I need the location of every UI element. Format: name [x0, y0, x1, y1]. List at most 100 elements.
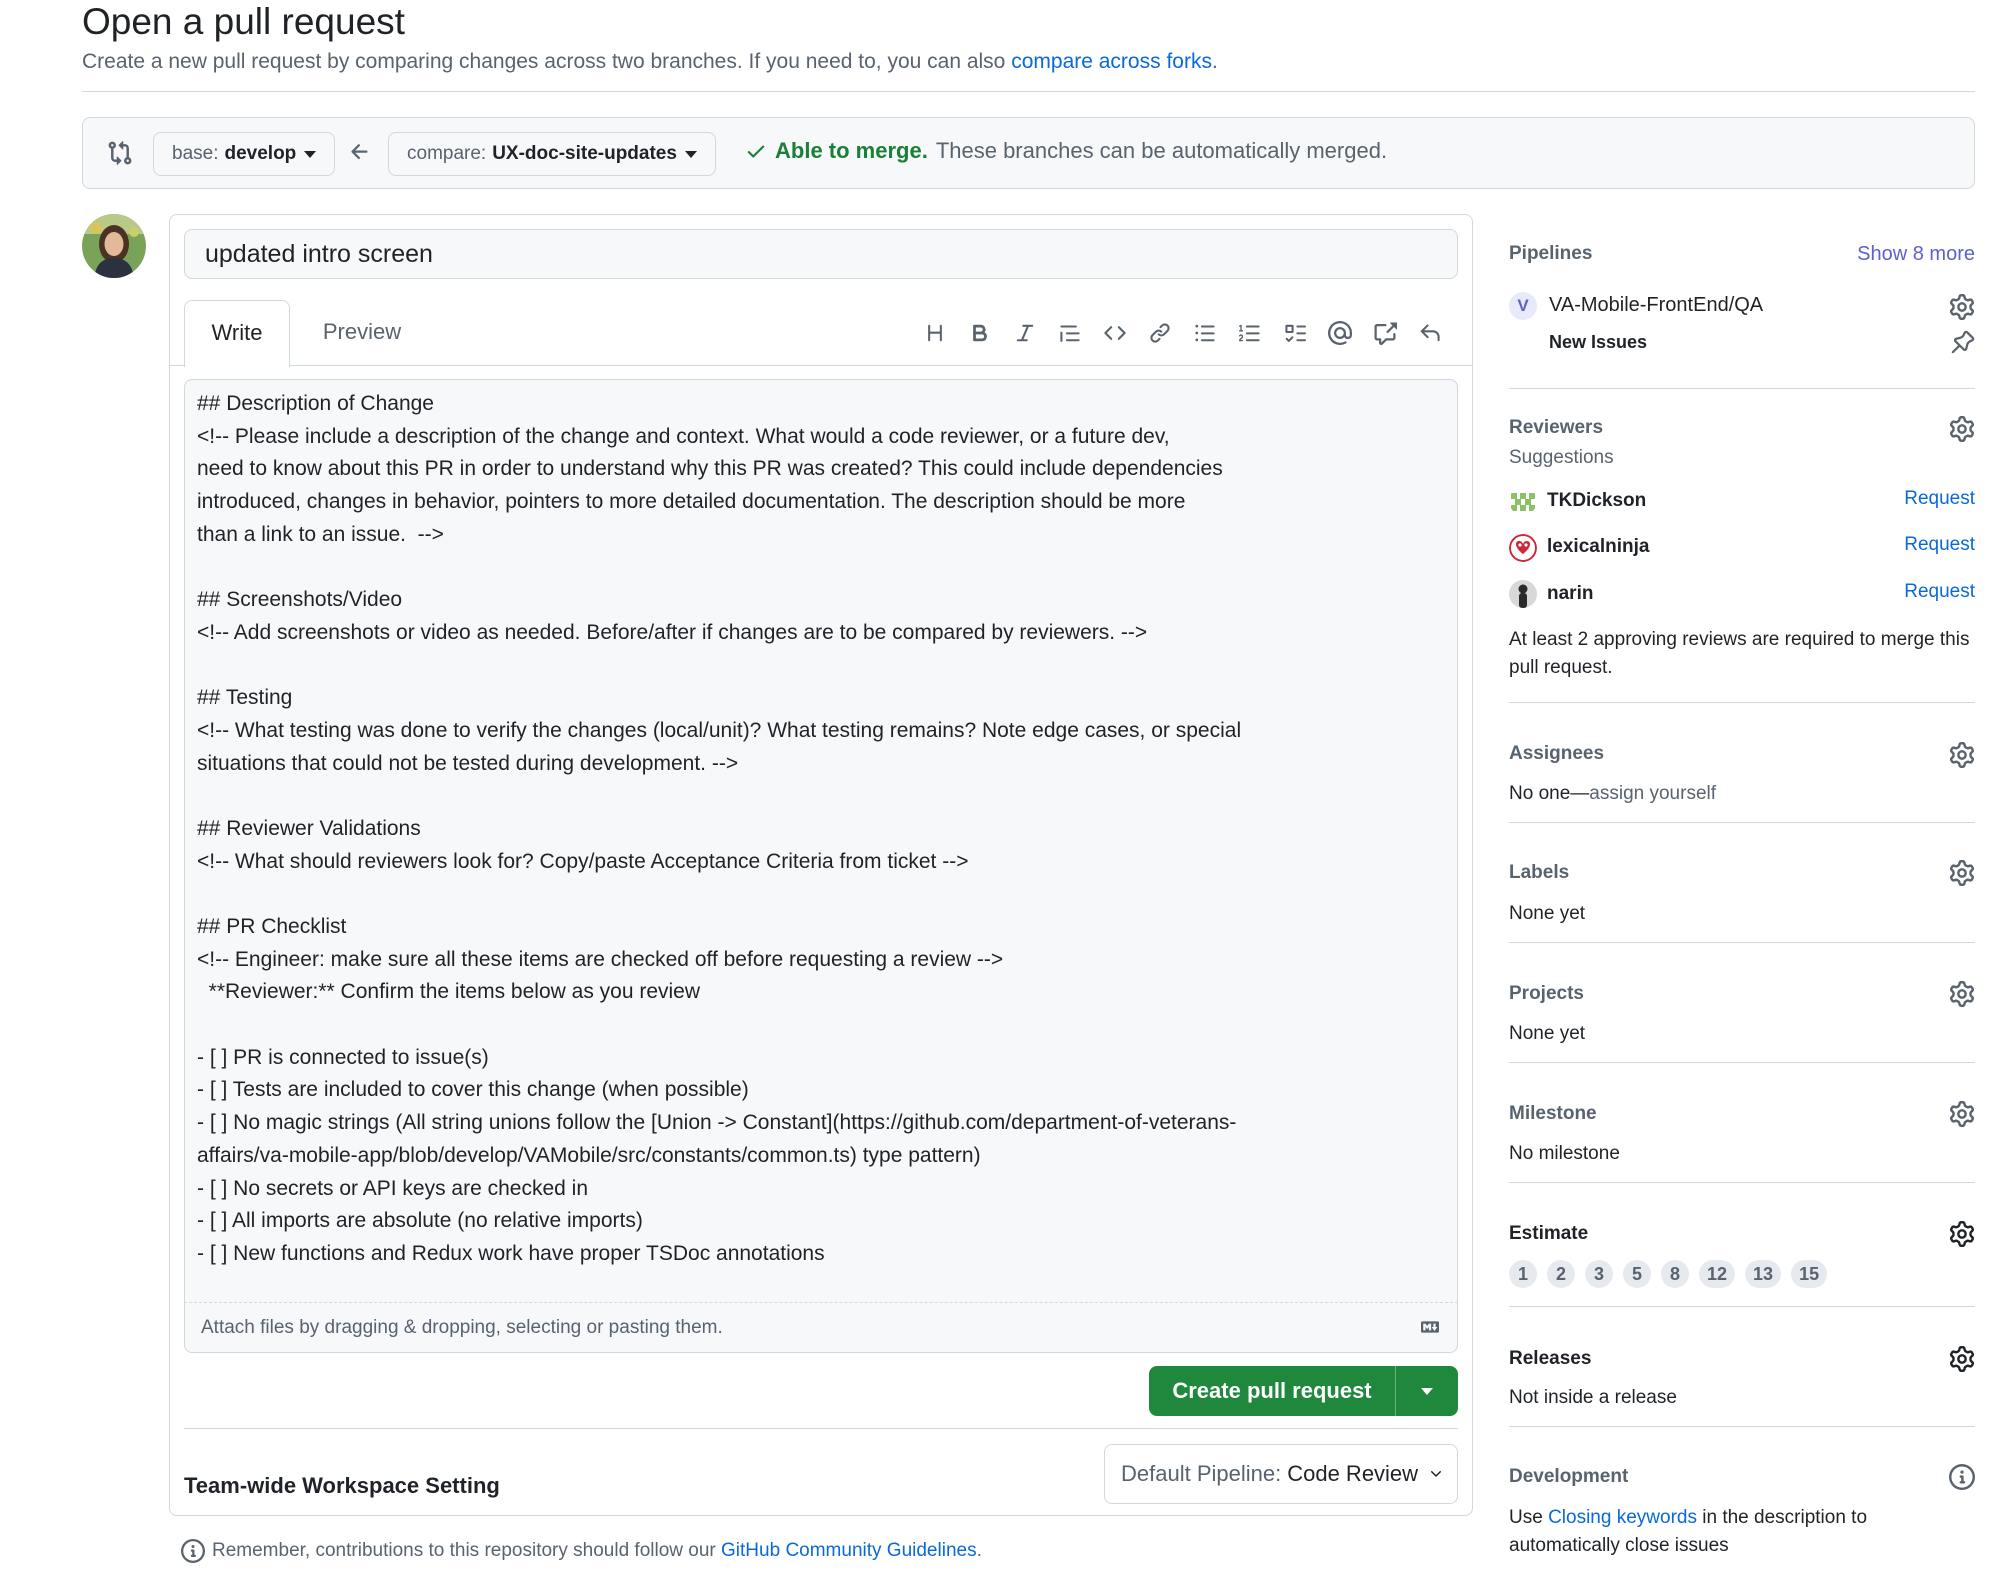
pull-request-form: updated intro screen Write Preview ## De…	[169, 214, 1473, 1516]
pipelines-title: Pipelines	[1509, 243, 1593, 264]
tab-preview[interactable]: Preview	[302, 300, 422, 364]
contribution-note: Remember, contributions to this reposito…	[181, 1539, 982, 1563]
community-guidelines-link[interactable]: GitHub Community Guidelines	[721, 1540, 977, 1562]
pr-body-textarea[interactable]: ## Description of Change <!-- Please incl…	[184, 379, 1458, 1303]
labels-title[interactable]: Labels	[1509, 862, 1569, 884]
reviewers-note: At least 2 approving reviews are require…	[1509, 629, 1970, 678]
section-divider	[1509, 388, 1975, 389]
pin-icon[interactable]	[1951, 330, 1975, 354]
default-pipeline-select[interactable]: Default Pipeline: Code Review	[1104, 1444, 1458, 1504]
gear-icon[interactable]	[1949, 860, 1975, 886]
base-branch-select[interactable]: base: develop	[153, 132, 336, 176]
info-icon[interactable]	[1949, 1464, 1975, 1490]
estimate-option[interactable]: 8	[1661, 1260, 1689, 1288]
chevron-down-icon	[1421, 1387, 1433, 1395]
compare-forks-link[interactable]: compare across forks	[1011, 50, 1212, 73]
body-text-line: ## Screenshots/Video	[197, 588, 403, 612]
note-text: Remember, contributions to this reposito…	[212, 1540, 716, 1561]
info-icon	[181, 1539, 205, 1563]
italic-icon[interactable]	[1008, 318, 1042, 348]
body-text-line: situations that could not be tested duri…	[197, 751, 739, 775]
estimate-option[interactable]: 13	[1745, 1260, 1782, 1288]
request-review-button[interactable]: Request	[1904, 534, 1975, 556]
tab-write[interactable]: Write	[184, 300, 290, 367]
estimate-option[interactable]: 2	[1547, 1260, 1575, 1288]
estimate-option[interactable]: 3	[1585, 1260, 1613, 1288]
reviewer-name: narin	[1547, 583, 1594, 604]
team-setting-label: Team-wide Workspace Setting	[184, 1473, 500, 1498]
attach-files-bar[interactable]: Attach files by dragging & dropping, sel…	[184, 1303, 1458, 1353]
section-divider	[1509, 702, 1975, 703]
gear-icon[interactable]	[1949, 742, 1975, 768]
request-review-button[interactable]: Request	[1904, 488, 1975, 510]
pipeline-name[interactable]: VA-Mobile-FrontEnd/QA	[1549, 294, 1763, 317]
reply-icon[interactable]	[1413, 318, 1447, 348]
section-divider	[1509, 1426, 1975, 1427]
pipeline-prefix: Default Pipeline:	[1121, 1461, 1282, 1486]
request-review-button[interactable]: Request	[1904, 581, 1975, 603]
create-pull-request-button[interactable]: Create pull request	[1149, 1366, 1458, 1416]
task-list-icon[interactable]	[1278, 318, 1312, 348]
body-text-line	[197, 650, 1445, 683]
avatar[interactable]	[82, 214, 146, 278]
compare-branch-value: UX-doc-site-updates	[492, 143, 677, 164]
estimate-option[interactable]: 5	[1623, 1260, 1651, 1288]
editor-tab-bar: Write Preview	[170, 300, 1472, 367]
closing-keywords-link[interactable]: Closing keywords	[1548, 1507, 1697, 1528]
markdown-icon	[1417, 1318, 1443, 1336]
body-text-line: **Reviewer:** Confirm the items below as…	[197, 980, 701, 1004]
unordered-list-icon[interactable]	[1188, 318, 1222, 348]
assign-yourself-link[interactable]: assign yourself	[1589, 783, 1716, 804]
pipeline-value: Code Review	[1287, 1461, 1419, 1486]
section-divider	[1509, 822, 1975, 823]
mention-icon[interactable]	[1323, 318, 1357, 348]
cross-reference-icon[interactable]	[1368, 318, 1402, 348]
gear-icon[interactable]	[1949, 981, 1975, 1007]
gear-icon[interactable]	[1949, 416, 1975, 442]
ordered-list-icon[interactable]	[1233, 318, 1267, 348]
estimate-option[interactable]: 1	[1509, 1260, 1537, 1288]
body-text-line: affairs/va-mobile-app/blob/develop/VAMob…	[197, 1143, 981, 1167]
body-text-line: - [ ] Tests are included to cover this c…	[197, 1078, 749, 1102]
body-text-line: <!-- What should reviewers look for? Cop…	[197, 849, 969, 873]
note-end: .	[976, 1540, 982, 1561]
body-text-line	[197, 780, 1445, 813]
body-text-line: ## Testing	[197, 686, 293, 710]
body-text-line	[197, 878, 1445, 911]
merge-status-message: These branches can be automatically merg…	[935, 138, 1388, 163]
show-more-link[interactable]: Show 8 more	[1857, 243, 1975, 266]
estimate-option[interactable]: 12	[1699, 1260, 1736, 1288]
compare-branch-select[interactable]: compare: UX-doc-site-updates	[388, 132, 716, 176]
create-options-dropdown[interactable]	[1396, 1387, 1458, 1395]
assignees-title[interactable]: Assignees	[1509, 743, 1604, 765]
releases-title: Releases	[1509, 1348, 1592, 1369]
suggestions-label: Suggestions	[1509, 447, 1614, 468]
merge-status: Able to merge. These branches can be aut…	[745, 138, 1387, 164]
assignees-body: No one—assign yourself	[1509, 780, 1716, 808]
bold-icon[interactable]	[963, 318, 997, 348]
gear-icon[interactable]	[1949, 294, 1975, 320]
chevron-down-icon	[304, 150, 317, 158]
reviewers-title[interactable]: Reviewers	[1509, 417, 1603, 439]
quote-icon[interactable]	[1053, 318, 1087, 348]
milestone-title[interactable]: Milestone	[1509, 1103, 1597, 1125]
section-divider	[1509, 1182, 1975, 1183]
link-icon[interactable]	[1143, 318, 1177, 348]
pipeline-badge: V	[1509, 292, 1537, 320]
estimate-option[interactable]: 15	[1791, 1260, 1828, 1288]
body-text-line: - [ ] New functions and Redux work have …	[197, 1241, 825, 1265]
chevron-down-icon	[1428, 1466, 1444, 1482]
gear-icon[interactable]	[1949, 1101, 1975, 1127]
gear-icon[interactable]	[1949, 1221, 1975, 1247]
code-icon[interactable]	[1098, 318, 1132, 348]
projects-title[interactable]: Projects	[1509, 983, 1584, 1005]
git-compare-icon	[107, 140, 133, 166]
development-title: Development	[1509, 1466, 1629, 1487]
body-text-line: introduced, changes in behavior, pointer…	[197, 490, 1186, 514]
gear-icon[interactable]	[1949, 1346, 1975, 1372]
heading-icon[interactable]	[918, 318, 952, 348]
compare-prefix: compare:	[407, 143, 487, 164]
reviewer-name: TKDickson	[1547, 490, 1647, 511]
pipeline-state: New Issues	[1549, 332, 1648, 352]
pr-title-input[interactable]: updated intro screen	[184, 229, 1458, 279]
